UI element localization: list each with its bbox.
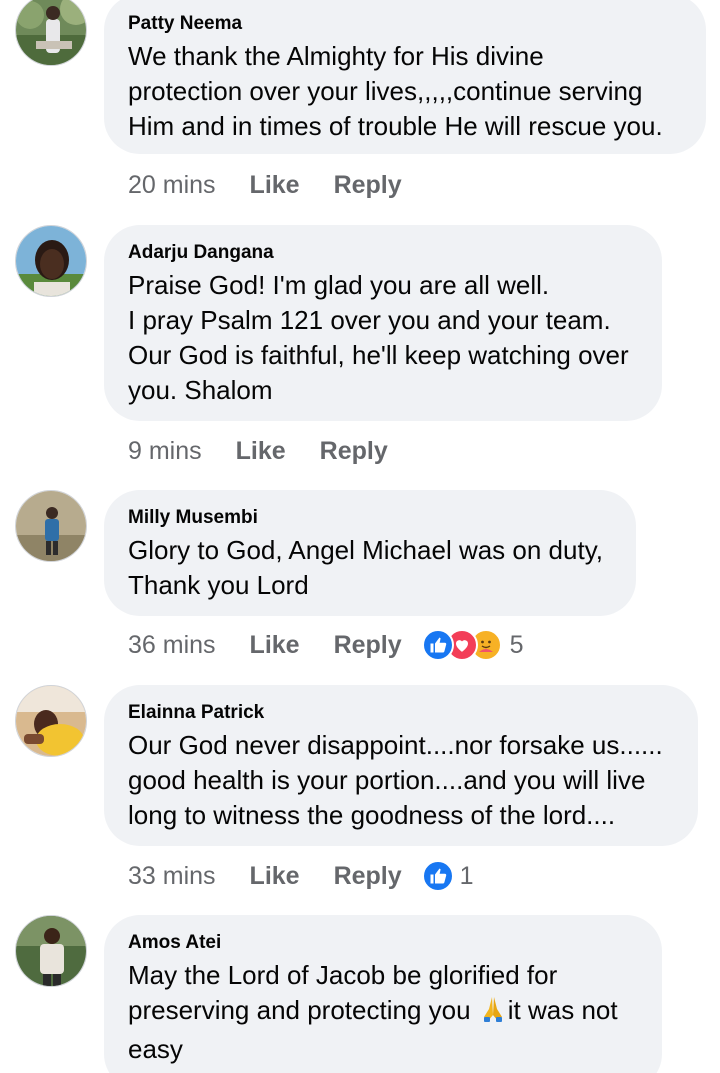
folded-hands-icon	[480, 995, 506, 1032]
comment-text: Praise God! I'm glad you are all well. I…	[128, 268, 638, 408]
comment-line-part: preserving and protecting you	[128, 995, 471, 1025]
comment-line: Him and in times of trouble He will resc…	[128, 111, 663, 141]
comment-line: May the Lord of Jacob be glorified for	[128, 960, 558, 990]
reaction-count: 1	[459, 861, 474, 890]
comment-line: We thank the Almighty for His divine	[128, 41, 544, 71]
comment-timestamp[interactable]: 20 mins	[128, 171, 216, 200]
like-button[interactable]: Like	[250, 631, 300, 660]
like-icon	[421, 860, 454, 892]
comment-author[interactable]: Adarju Dangana	[128, 242, 638, 264]
comment-line: Our God is faithful, he'll keep watching…	[128, 340, 629, 370]
like-button[interactable]: Like	[236, 437, 286, 466]
comment-author[interactable]: Elainna Patrick	[128, 702, 674, 724]
reply-button[interactable]: Reply	[334, 171, 402, 200]
comment-line: protection over your lives,,,,,continue …	[128, 76, 643, 106]
comment-line: I pray Psalm 121 over you and your team.	[128, 305, 611, 335]
comment-bubble: Adarju Dangana Praise God! I'm glad you …	[104, 225, 662, 421]
avatar[interactable]	[15, 915, 87, 987]
comment-bubble: Milly Musembi Glory to God, Angel Michae…	[104, 490, 636, 616]
comment-text: Glory to God, Angel Michael was on duty,…	[128, 533, 612, 603]
comment-line: you. Shalom	[128, 375, 273, 405]
reply-button[interactable]: Reply	[334, 862, 402, 891]
like-button[interactable]: Like	[250, 862, 300, 891]
reaction-summary[interactable]: 5	[421, 629, 524, 661]
avatar[interactable]	[15, 225, 87, 297]
comment-line: good health is your portion....and you w…	[128, 765, 646, 795]
reaction-count: 5	[509, 630, 524, 659]
comment-line: preserving and protecting you it was not	[128, 993, 638, 1032]
comment-bubble: Patty Neema We thank the Almighty for Hi…	[104, 0, 706, 154]
comment-actions: 33 mins Like Reply 1	[128, 860, 474, 892]
reaction-summary[interactable]: 1	[421, 860, 474, 892]
reply-button[interactable]: Reply	[334, 631, 402, 660]
avatar[interactable]	[15, 685, 87, 757]
like-button[interactable]: Like	[250, 171, 300, 200]
avatar[interactable]	[15, 0, 87, 66]
reply-button[interactable]: Reply	[320, 437, 388, 466]
comment-line: easy	[128, 1034, 183, 1064]
comment-actions: 20 mins Like Reply	[128, 169, 422, 201]
comment-text: Our God never disappoint....nor forsake …	[128, 728, 674, 833]
comment-bubble: Amos Atei May the Lord of Jacob be glori…	[104, 915, 662, 1073]
comment-author[interactable]: Milly Musembi	[128, 507, 612, 529]
like-icon	[421, 629, 454, 661]
comment-timestamp[interactable]: 9 mins	[128, 437, 202, 466]
comment-line: Glory to God, Angel Michael was on duty,	[128, 535, 603, 565]
comment-actions: 36 mins Like Reply 5	[128, 629, 524, 661]
avatar[interactable]	[15, 490, 87, 562]
comment-line: long to witness the goodness of the lord…	[128, 800, 616, 830]
comment-line-part: it was not	[507, 995, 618, 1025]
comment-author[interactable]: Patty Neema	[128, 13, 682, 35]
comment-text: We thank the Almighty for His divine pro…	[128, 39, 682, 144]
comment-author[interactable]: Amos Atei	[128, 932, 638, 954]
comment-line: Thank you Lord	[128, 570, 309, 600]
comment-bubble: Elainna Patrick Our God never disappoint…	[104, 685, 698, 846]
comment-line: Praise God! I'm glad you are all well.	[128, 270, 550, 300]
comment-line: Our God never disappoint....nor forsake …	[128, 730, 663, 760]
comment-timestamp[interactable]: 36 mins	[128, 631, 216, 660]
comment-actions: 9 mins Like Reply	[128, 435, 408, 467]
comments-feed: Patty Neema We thank the Almighty for Hi…	[0, 0, 720, 1073]
comment-text: May the Lord of Jacob be glorified for p…	[128, 958, 638, 1067]
comment-timestamp[interactable]: 33 mins	[128, 862, 216, 891]
